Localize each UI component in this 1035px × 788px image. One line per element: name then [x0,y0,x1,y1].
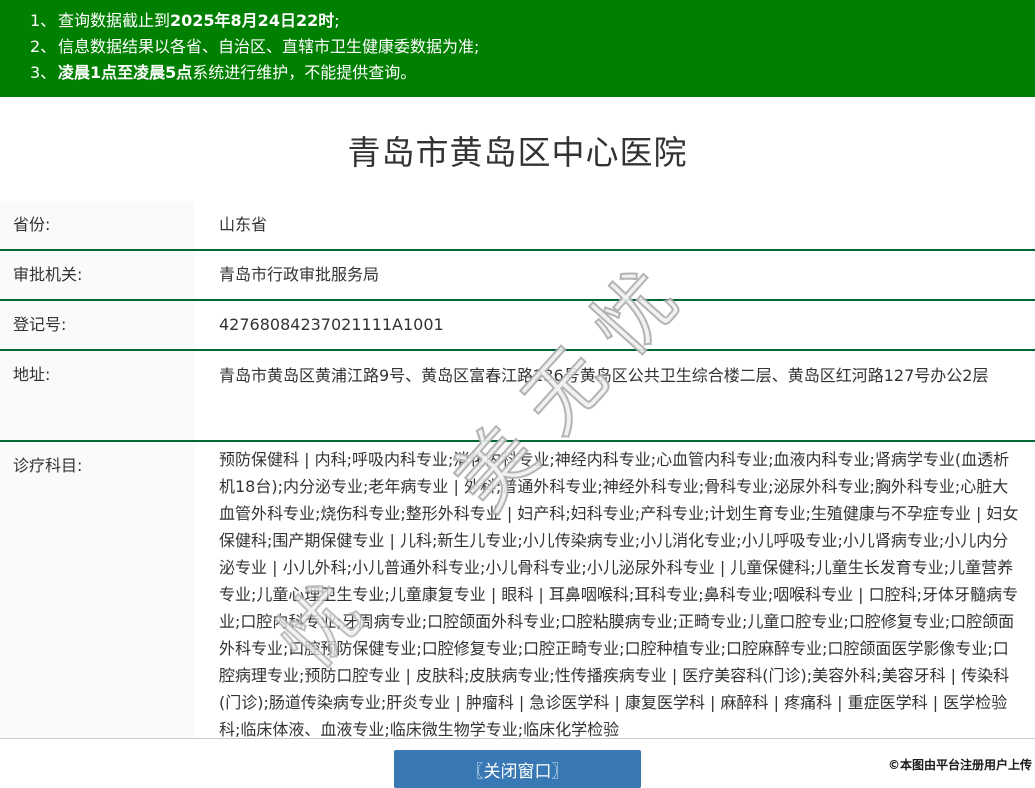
detail-value: 预防保健科 | 内科;呼吸内科专业;消化内科专业;神经内科专业;心血管内科专业;… [219,450,1019,738]
notice-item-3: 3、 凌晨1点至凌晨5点系统进行维护，不能提供查询。 [30,60,1025,86]
detail-label: 地址: [0,351,195,440]
detail-value: 青岛市行政审批服务局 [219,265,380,284]
notice-number: 2、 [30,37,57,56]
notice-text-normal: 系统进行维护，不能提供查询。 [192,63,417,82]
detail-label: 审批机关: [0,251,195,299]
notice-text-normal: 查询数据截止到 [58,11,171,30]
hospital-detail-page: 1、 查询数据截止到2025年8月24日22时; 2、 信息数据结果以各省、自治… [0,0,1035,788]
detail-row-departments: 诊疗科目: 预防保健科 | 内科;呼吸内科专业;消化内科专业;神经内科专业;心血… [0,442,1035,739]
detail-label: 省份: [0,201,195,249]
notice-item-2: 2、 信息数据结果以各省、自治区、直辖市卫生健康委数据为准; [30,34,1025,60]
detail-row-address: 地址: 青岛市黄岛区黄浦江路9号、黄岛区富春江路236号黄岛区公共卫生综合楼二层… [0,351,1035,442]
notice-text: 信息数据结果以各省、自治区、直辖市卫生健康委数据为准; [58,34,479,60]
detail-row-province: 省份: 山东省 [0,201,1035,251]
detail-value: 青岛市黄岛区黄浦江路9号、黄岛区富春江路236号黄岛区公共卫生综合楼二层、黄岛区… [219,366,989,385]
button-row: 〖关闭窗口〗 [0,750,1035,788]
notice-number: 3、 [30,63,57,82]
notice-item-1: 1、 查询数据截止到2025年8月24日22时; [30,8,1025,34]
notice-text-normal: ; [334,11,340,30]
notice-number: 1、 [30,11,57,30]
detail-label: 登记号: [0,301,195,349]
notice-text-bold: 2025年8月24日22时 [170,11,335,30]
notice-text: 凌晨1点至凌晨5点系统进行维护，不能提供查询。 [58,60,416,86]
upload-credit-note: ©本图由平台注册用户上传 [887,758,1032,772]
notice-text-normal: 信息数据结果以各省、自治区、直辖市卫生健康委数据为准; [58,37,480,56]
detail-value: 42768084237021111A1001 [219,315,444,334]
detail-label: 诊疗科目: [0,442,195,738]
detail-row-approval-authority: 审批机关: 青岛市行政审批服务局 [0,251,1035,301]
details-table: 省份: 山东省 审批机关: 青岛市行政审批服务局 登记号: 4276808423… [0,201,1035,739]
detail-value: 山东省 [219,215,268,234]
notice-text-bold: 凌晨1点至凌晨5点 [58,63,193,82]
hospital-title: 青岛市黄岛区中心医院 [347,133,688,172]
close-window-button[interactable]: 〖关闭窗口〗 [394,750,641,788]
notice-banner: 1、 查询数据截止到2025年8月24日22时; 2、 信息数据结果以各省、自治… [0,0,1035,97]
notice-text: 查询数据截止到2025年8月24日22时; [58,8,340,34]
detail-row-registration-number: 登记号: 42768084237021111A1001 [0,301,1035,351]
